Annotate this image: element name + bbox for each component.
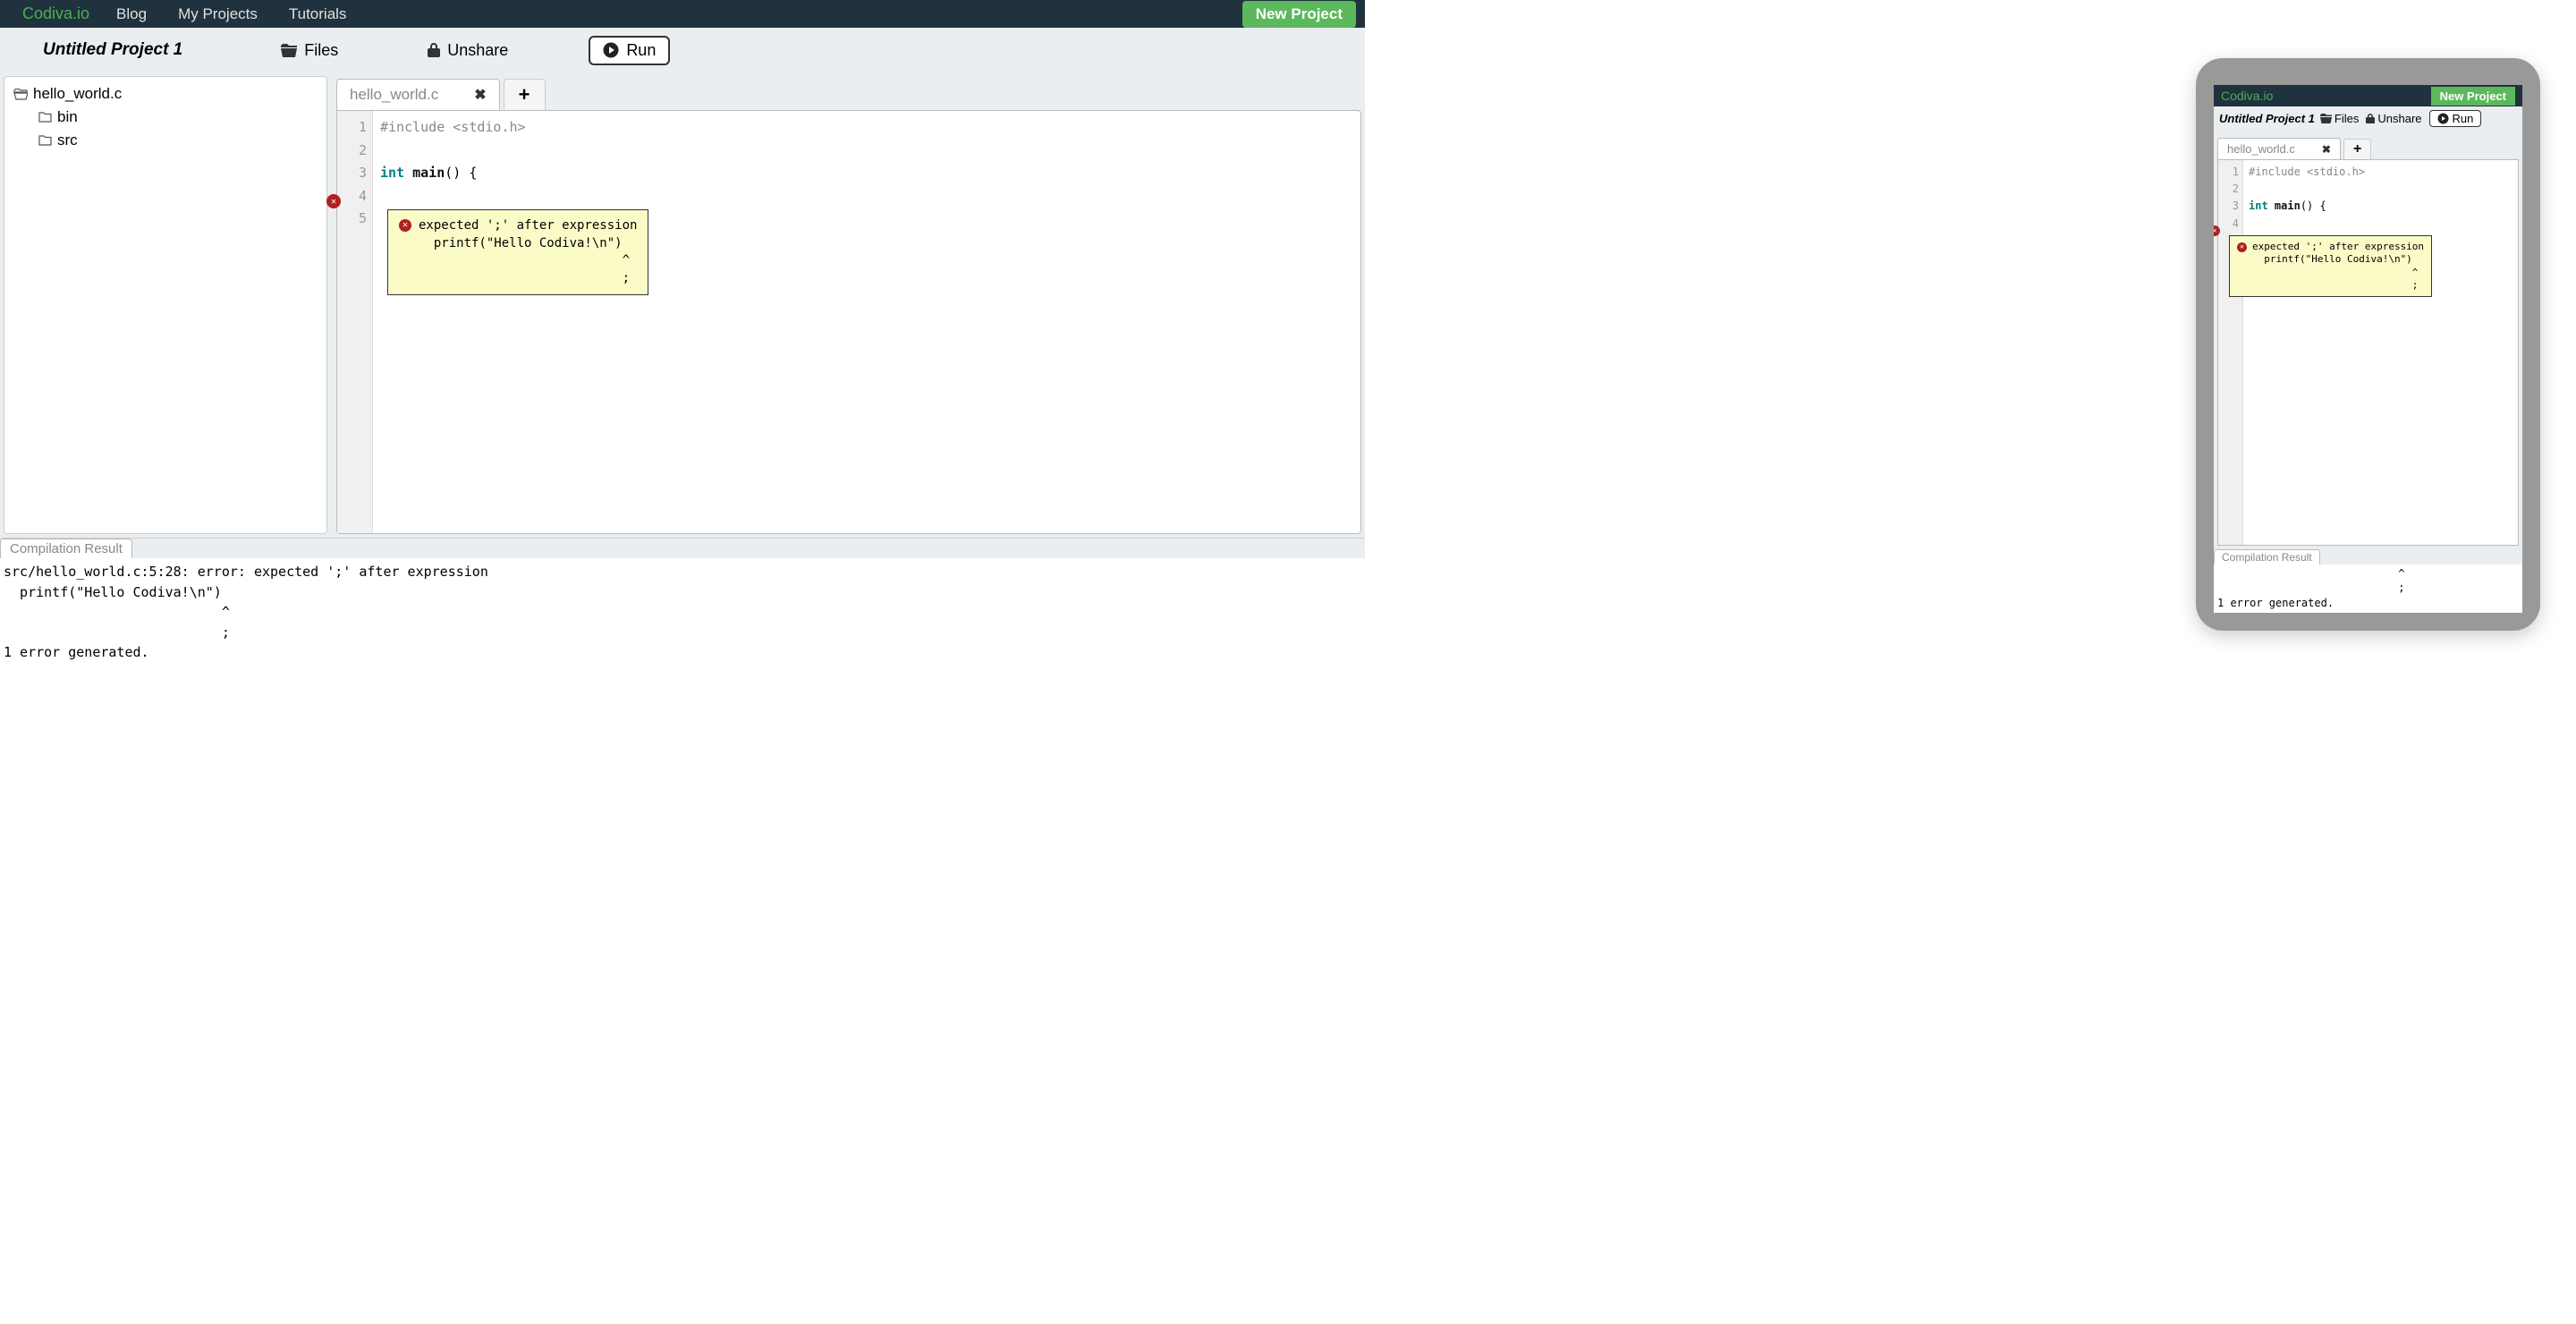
play-icon [603,42,619,58]
files-label: Files [304,41,338,60]
project-title[interactable]: Untitled Project 1 [43,40,182,60]
code-int: int [380,165,404,181]
error-icon: ✕ [2237,242,2247,252]
nav-blog[interactable]: Blog [116,5,147,23]
error-tooltip: ✕ expected ';' after expression printf("… [387,209,648,295]
line-number: 4 [2218,216,2239,233]
new-project-button[interactable]: New Project [1242,1,1356,28]
code-int: int [2249,199,2268,212]
phone-nav: Codiva.io New Project [2214,85,2522,106]
run-button[interactable]: Run [589,36,670,65]
phone-main: hello_world.c ✖ + 1 2 3 4 5 ✕ #include <… [2214,131,2522,549]
compilation-output: src/hello_world.c:5:28: error: expected … [0,558,1365,666]
phone-files-button[interactable]: Files [2320,112,2359,125]
phone-code-editor[interactable]: 1 2 3 4 5 ✕ #include <stdio.h> int main(… [2217,159,2519,546]
phone-files-label: Files [2334,112,2359,125]
line-number: 1 [337,116,367,140]
phone-new-project-button[interactable]: New Project [2431,87,2515,106]
nav-my-projects[interactable]: My Projects [178,5,258,23]
phone-tab-label: hello_world.c [2227,142,2295,156]
phone-logo[interactable]: Codiva.io [2221,89,2273,103]
line-number: 4 [337,185,367,208]
editor-container: hello_world.c ✖ + 1 2 3 4 5 ✕ #include <… [336,76,1361,534]
phone-error-tooltip-text: expected ';' after expression printf("He… [2252,241,2424,292]
code-main: main [404,165,445,181]
phone-add-tab-button[interactable]: + [2343,139,2371,159]
phone-mockup: Codiva.io New Project Untitled Project 1… [2196,58,2540,631]
line-gutter: 1 2 3 4 5 ✕ [337,111,373,533]
logo[interactable]: Codiva.io [22,4,89,23]
compilation-tab[interactable]: Compilation Result [0,539,132,558]
phone-tabs: hello_world.c ✖ + [2217,134,2519,159]
phone-code-body[interactable]: #include <stdio.h> int main() { printf("… [2243,160,2518,545]
compilation-panel: Compilation Result src/hello_world.c:5:2… [0,538,1365,666]
phone-unshare-button[interactable]: Unshare [2366,112,2421,125]
error-gutter-icon[interactable]: ✕ [326,194,341,208]
main-area: hello_world.c bin src hello_world.c ✖ + … [0,72,1365,538]
add-tab-button[interactable]: + [504,79,546,110]
lock-icon [428,43,440,57]
line-number: 2 [337,140,367,163]
error-icon: ✕ [399,219,411,232]
unshare-label: Unshare [447,41,508,60]
phone-close-tab-icon[interactable]: ✖ [2322,143,2331,156]
nav-tutorials[interactable]: Tutorials [289,5,347,23]
phone-error-tooltip: ✕ expected ';' after expression printf("… [2229,235,2432,297]
run-label: Run [626,41,656,60]
folder-icon [38,112,52,123]
folder-open-icon [13,89,28,100]
phone-run-button[interactable]: Run [2429,110,2482,127]
file-tree-root-label: hello_world.c [33,85,122,103]
phone-run-label: Run [2453,112,2474,125]
code-main: main [2268,199,2301,212]
project-toolbar: Untitled Project 1 Files Unshare Run [0,28,1365,72]
phone-editor-tab[interactable]: hello_world.c ✖ [2217,138,2341,159]
code-rest: () { [445,165,477,181]
close-tab-icon[interactable]: ✖ [474,86,486,104]
phone-compilation-output: ^ ; 1 error generated. [2214,564,2522,613]
code-line-1: #include <stdio.h> [2249,166,2365,178]
code-body[interactable]: #include <stdio.h> int main() { printf("… [373,111,1360,533]
phone-unshare-label: Unshare [2377,112,2421,125]
code-rest: () { [2301,199,2326,212]
tabs-row: hello_world.c ✖ + [336,76,1361,110]
file-tree: hello_world.c bin src [4,76,327,534]
line-number: 3 [2218,198,2239,215]
code-editor[interactable]: 1 2 3 4 5 ✕ #include <stdio.h> int main(… [336,110,1361,534]
editor-tab-label: hello_world.c [350,86,438,104]
editor-tab[interactable]: hello_world.c ✖ [336,79,500,110]
file-tree-root[interactable]: hello_world.c [13,82,318,106]
line-number: 5 [337,208,367,231]
code-line-1: #include <stdio.h> [380,119,526,135]
phone-screen: Codiva.io New Project Untitled Project 1… [2214,85,2522,613]
top-nav: Codiva.io Blog My Projects Tutorials New… [0,0,1365,28]
unshare-button[interactable]: Unshare [428,41,508,60]
line-number: 3 [337,162,367,185]
phone-toolbar: Untitled Project 1 Files Unshare Run [2214,106,2522,131]
play-icon [2437,113,2449,124]
file-tree-src[interactable]: src [13,129,318,152]
phone-project-title[interactable]: Untitled Project 1 [2219,112,2315,125]
line-number: 2 [2218,181,2239,198]
error-tooltip-text: expected ';' after expression printf("He… [419,217,637,287]
file-tree-bin[interactable]: bin [13,106,318,129]
folder-icon [281,44,297,57]
phone-gutter: 1 2 3 4 5 ✕ [2218,160,2243,545]
line-number: 1 [2218,164,2239,181]
file-tree-src-label: src [57,132,78,149]
folder-icon [38,135,52,146]
file-tree-bin-label: bin [57,108,78,126]
files-button[interactable]: Files [281,41,338,60]
phone-compilation-tab[interactable]: Compilation Result [2214,549,2320,564]
